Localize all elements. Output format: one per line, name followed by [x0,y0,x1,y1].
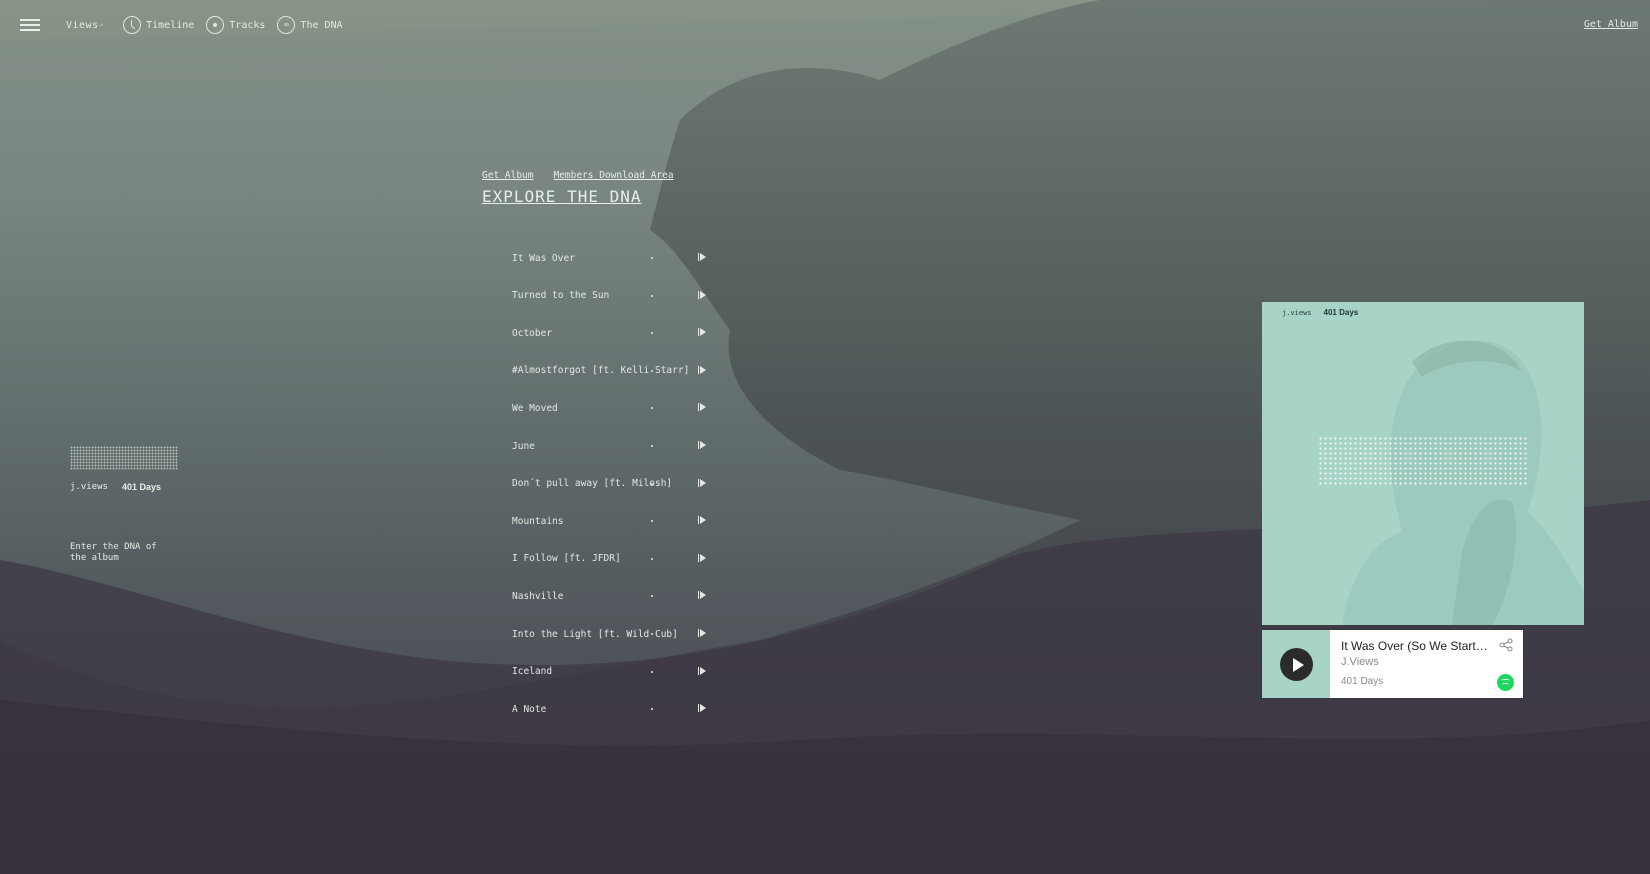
track-title: Don´t pull away [ft. Milosh] [512,478,673,490]
track-row[interactable]: It Was Over [512,250,712,266]
spotify-track-title[interactable]: It Was Over (So We Started Again) [1341,639,1491,653]
menu-icon[interactable] [20,19,40,31]
track-dot [651,708,653,711]
members-download-link[interactable]: Members Download Area [553,170,673,181]
play-icon[interactable] [698,591,706,600]
nav-item-timeline[interactable]: Timeline [123,16,194,34]
track-dot [651,407,653,410]
track-row[interactable]: Turned to the Sun [512,288,712,304]
nav-label-timeline: Timeline [146,19,195,31]
play-icon[interactable] [698,403,706,412]
album-cover-artist: j.views [1282,308,1312,317]
track-row[interactable]: #Almostforgot [ft. Kelli Starr] [512,363,712,379]
tracklist-panel: Get Album Members Download Area EXPLORE … [482,170,706,715]
track-row[interactable]: Into the Light [ft. Wild Cub] [512,626,712,642]
play-icon[interactable] [698,328,706,337]
album-meta: j.views 401 Days [70,482,178,492]
play-icon[interactable] [698,365,706,374]
album-cover[interactable]: j.views 401 Days [1262,302,1584,625]
track-dot [651,332,653,335]
track-row[interactable]: June [512,438,712,454]
track-dot [651,294,653,297]
track-title: Mountains [512,515,564,527]
track-title: A Note [512,703,547,715]
track-dot [651,633,653,635]
brand-logo[interactable]: Views- [66,20,105,31]
track-row[interactable]: We Moved [512,400,712,416]
track-title: Nashville [512,590,564,602]
play-icon[interactable] [698,704,706,713]
artist-name: j.views [70,482,108,492]
spotify-player: It Was Over (So We Started Again) J.View… [1262,630,1523,698]
play-icon[interactable] [698,516,706,525]
play-icon[interactable] [698,441,706,449]
play-icon[interactable] [698,666,706,675]
track-row[interactable]: A Note [512,701,712,717]
album-cover-title: 401 Days [1323,308,1359,317]
dna-icon: ∞ [277,16,296,34]
album-cover-header: j.views 401 Days [1282,308,1358,317]
enter-dna-link[interactable]: Enter the DNA of the album [70,542,170,564]
get-album-link-top[interactable]: Get Album [1584,19,1638,30]
track-title: Iceland [512,666,553,678]
track-dot [651,445,653,447]
track-title: It Was Over [512,252,575,264]
track-thumbnail [1262,630,1330,698]
spotify-album[interactable]: 401 Days [1341,676,1383,687]
play-button[interactable] [1280,648,1313,681]
play-icon[interactable] [698,629,706,637]
get-album-link[interactable]: Get Album [482,170,533,181]
track-row[interactable]: Nashville [512,588,712,604]
album-info-left: j.views 401 Days [70,446,178,492]
nav-item-tracks[interactable]: Tracks [206,16,265,34]
nav-label-tracks: Tracks [229,19,266,31]
track-title: #Almostforgot [ft. Kelli Starr] [512,365,690,377]
dot-pattern [70,446,178,470]
nav-item-dna[interactable]: ∞ The DNA [277,16,343,34]
track-title: Turned to the Sun [512,290,610,302]
play-icon[interactable] [698,478,706,487]
album-name: 401 Days [121,482,161,492]
center-links: Get Album Members Download Area [482,170,674,181]
share-icon[interactable] [1499,638,1513,652]
dot-band [1318,436,1528,486]
clock-icon [123,16,142,34]
play-icon[interactable] [698,553,706,562]
spotify-logo-icon[interactable] [1497,674,1514,691]
track-dot [651,670,653,673]
track-title: I Follow [ft. JFDR] [512,553,621,565]
track-title: October [512,327,553,339]
nav-label-dna: The DNA [300,19,343,31]
play-icon[interactable] [698,290,706,299]
track-dot [651,595,653,598]
play-icon[interactable] [698,253,706,261]
track-title: We Moved [512,402,558,414]
track-row[interactable]: Don´t pull away [ft. Milosh] [512,476,712,492]
track-dot [651,557,653,560]
track-row[interactable]: October [512,325,712,341]
track-row[interactable]: Iceland [512,664,712,680]
track-row[interactable]: Mountains [512,513,712,529]
disc-icon [206,16,225,34]
track-dot [651,482,653,485]
track-dot [651,520,653,523]
track-dot [651,369,653,372]
track-row[interactable]: I Follow [ft. JFDR] [512,551,712,567]
track-title: June [512,440,535,452]
top-nav: Views- Timeline Tracks ∞ The DNA [20,14,355,36]
spotify-artist[interactable]: J.Views [1341,656,1379,668]
track-dot [651,257,653,259]
explore-dna-heading[interactable]: EXPLORE THE DNA [482,187,674,206]
